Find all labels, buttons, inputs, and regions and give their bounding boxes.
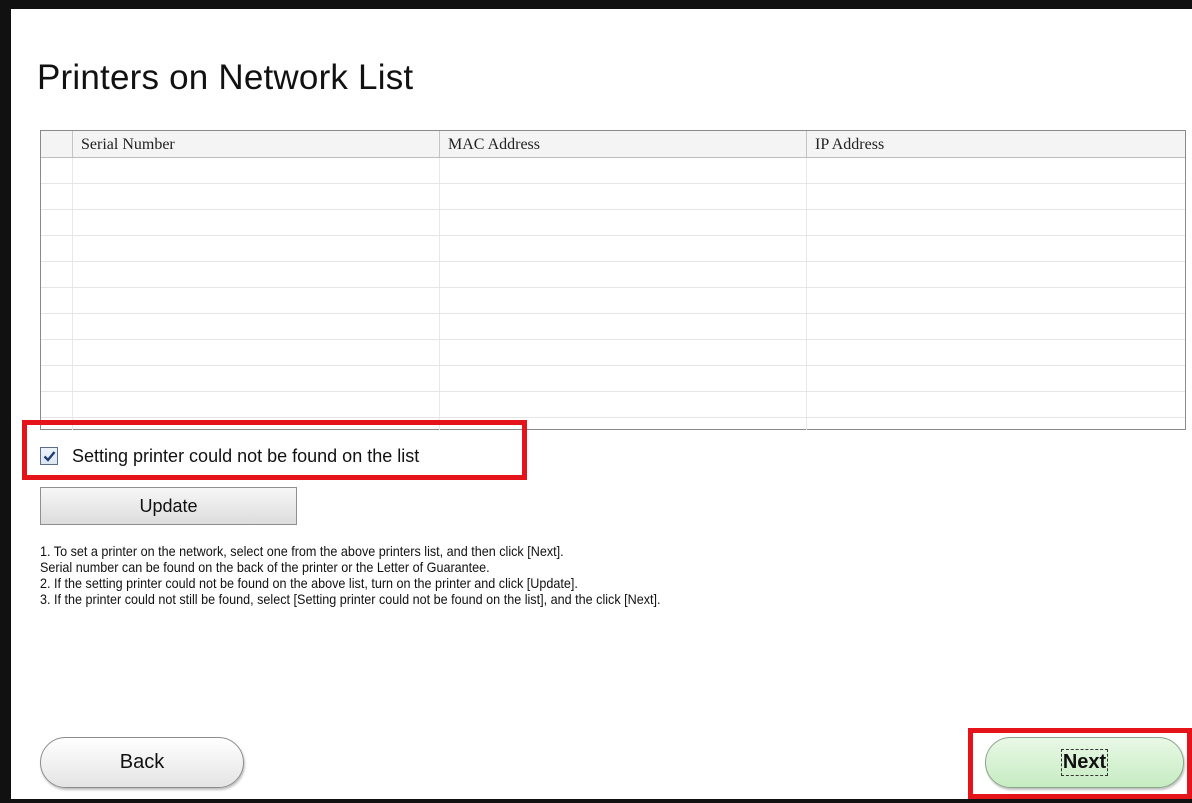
table-row[interactable] [41, 392, 1185, 418]
column-header-serial-number[interactable]: Serial Number [72, 131, 439, 157]
table-row[interactable] [41, 184, 1185, 210]
table-row[interactable] [41, 236, 1185, 262]
instruction-line: 2. If the setting printer could not be f… [40, 575, 578, 591]
instruction-line: 1. To set a printer on the network, sele… [40, 543, 564, 559]
table-row[interactable] [41, 366, 1185, 392]
page-title: Printers on Network List [37, 58, 414, 97]
window-frame-top [0, 0, 1192, 9]
table-row[interactable] [41, 210, 1185, 236]
instruction-line: Serial number can be found on the back o… [40, 559, 490, 575]
column-header-ip-address[interactable]: IP Address [806, 131, 1186, 157]
table-row[interactable] [41, 314, 1185, 340]
printer-list-header: Serial Number MAC Address IP Address [41, 131, 1185, 158]
instruction-line: 3. If the printer could not still be fou… [40, 591, 661, 607]
table-row[interactable] [41, 288, 1185, 314]
table-row[interactable] [41, 340, 1185, 366]
update-button[interactable]: Update [40, 487, 297, 525]
table-row[interactable] [41, 262, 1185, 288]
highlight-next-annotation [968, 728, 1192, 799]
window-frame-left [0, 0, 11, 803]
table-row[interactable] [41, 158, 1185, 184]
printer-list[interactable]: Serial Number MAC Address IP Address [40, 130, 1186, 430]
back-button[interactable]: Back [40, 737, 244, 788]
printer-list-rows [41, 158, 1185, 430]
highlight-checkbox-annotation [22, 420, 527, 480]
window-frame-bottom [0, 799, 1192, 803]
column-header-mac-address[interactable]: MAC Address [439, 131, 806, 157]
instructions-text: 1. To set a printer on the network, sele… [40, 543, 661, 607]
